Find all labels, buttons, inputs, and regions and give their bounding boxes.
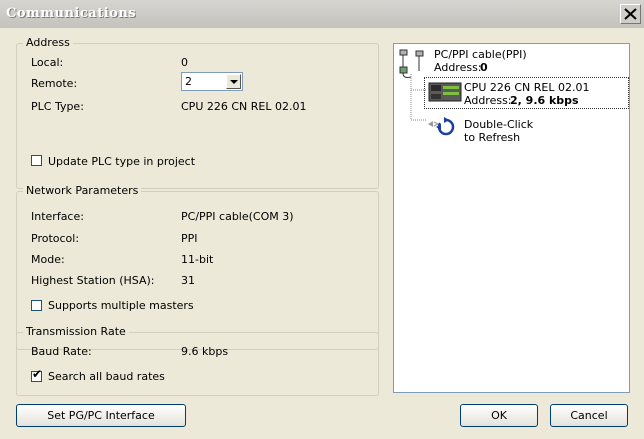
close-icon [624, 8, 637, 20]
network-tree-view[interactable]: PC/PPI cable(PPI) Address: 0 CPU 226 CN … [393, 43, 630, 393]
cpu-name: CPU 226 CN REL 02.01 [464, 81, 590, 94]
transmission-legend: Transmission Rate [23, 325, 129, 338]
local-label: Local: [31, 56, 64, 69]
mode-label: Mode: [31, 253, 65, 266]
baud-rate-label: Baud Rate: [31, 345, 92, 358]
title-bar[interactable]: Communications [0, 0, 644, 29]
baud-rate-value: 9.6 kbps [181, 345, 229, 358]
plc-type-value: CPU 226 CN REL 02.01 [181, 100, 307, 113]
hsa-label: Highest Station (HSA): [31, 274, 155, 287]
remote-address-value: 2 [185, 75, 192, 88]
window-title: Communications [6, 6, 137, 21]
network-legend: Network Parameters [23, 184, 142, 197]
protocol-label: Protocol: [31, 232, 80, 245]
checkmark-icon: ✔ [32, 367, 43, 381]
search-baud-rates-checkbox[interactable]: ✔ [31, 367, 43, 382]
dialog-body: Address Local: 0 Remote: 2 PLC Type: CPU… [0, 28, 644, 439]
refresh-line-2[interactable]: to Refresh [464, 131, 520, 144]
multiple-masters-label[interactable]: Supports multiple masters [48, 299, 194, 312]
cable-name[interactable]: PC/PPI cable(PPI) [434, 48, 527, 61]
plc-type-label: PLC Type: [31, 100, 84, 113]
remote-label: Remote: [31, 77, 78, 90]
update-plc-type-checkbox[interactable] [31, 155, 42, 166]
cancel-button[interactable]: Cancel [550, 404, 628, 427]
dropdown-arrow-icon[interactable] [226, 74, 241, 89]
local-value: 0 [181, 56, 188, 69]
remote-address-select[interactable]: 2 [181, 72, 243, 91]
plc-cpu-icon [428, 82, 462, 102]
multiple-masters-checkbox[interactable] [31, 300, 42, 311]
refresh-icon[interactable] [426, 114, 460, 140]
update-plc-type-label[interactable]: Update PLC type in project [48, 155, 195, 168]
refresh-line-1[interactable]: Double-Click [464, 118, 533, 131]
ok-button[interactable]: OK [460, 404, 538, 427]
mode-value: 11-bit [181, 253, 214, 266]
search-baud-rates-label[interactable]: Search all baud rates [48, 370, 165, 383]
set-pg-pc-interface-button[interactable]: Set PG/PC Interface [16, 404, 186, 427]
close-button[interactable] [620, 4, 641, 24]
interface-label: Interface: [31, 210, 84, 223]
cpu-address-value: 2, 9.6 kbps [510, 94, 579, 107]
cable-address-value: 0 [480, 61, 488, 74]
hsa-value: 31 [181, 274, 195, 287]
cpu-address-label: Address: [464, 94, 512, 107]
cable-address-label: Address: [434, 61, 482, 74]
interface-value: PC/PPI cable(COM 3) [181, 210, 294, 223]
transmission-rate-group: Transmission Rate [16, 325, 379, 396]
address-legend: Address [23, 36, 73, 49]
protocol-value: PPI [181, 232, 198, 245]
